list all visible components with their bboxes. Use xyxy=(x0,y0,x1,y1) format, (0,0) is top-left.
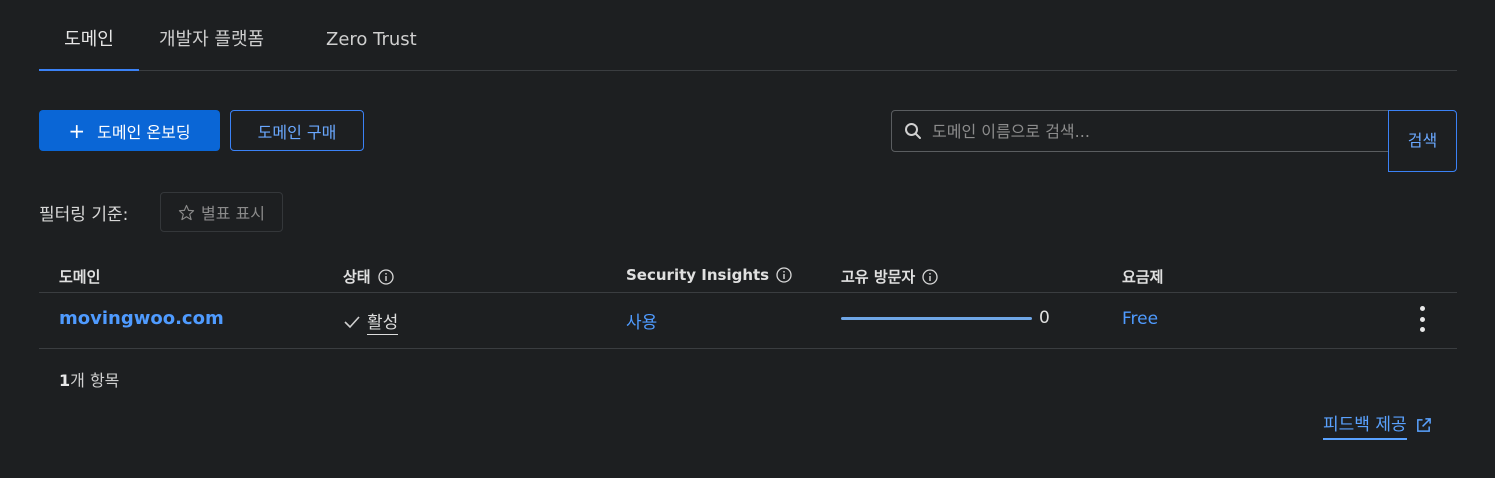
star-icon xyxy=(178,204,195,221)
more-options-icon[interactable] xyxy=(1412,306,1432,332)
search-input[interactable] xyxy=(930,120,1374,142)
item-count: 1개 항목 xyxy=(59,371,120,390)
security-insights-link[interactable]: 사용 xyxy=(626,308,657,333)
info-icon[interactable] xyxy=(776,267,792,283)
external-link-icon xyxy=(1415,417,1432,434)
info-icon[interactable] xyxy=(377,268,394,285)
tab-domains[interactable]: 도메인 xyxy=(39,0,139,71)
buy-domain-button[interactable]: 도메인 구매 xyxy=(230,110,364,151)
unique-visitors-value: 0 xyxy=(1039,308,1050,328)
starred-filter-button[interactable]: 별표 표시 xyxy=(160,192,283,232)
plus-icon: + xyxy=(68,118,86,143)
info-icon[interactable] xyxy=(922,268,938,285)
column-header-status: 상태 xyxy=(343,266,394,287)
column-header-domain[interactable]: 도메인 xyxy=(59,266,100,287)
tab-bar: 도메인 개발자 플랫폼 Zero Trust xyxy=(39,0,1457,71)
status-cell[interactable]: 활성 xyxy=(343,308,399,335)
column-header-plan: 요금제 xyxy=(1122,268,1164,286)
table-divider xyxy=(39,348,1457,349)
plan-link[interactable]: Free xyxy=(1122,309,1158,329)
search-field xyxy=(891,110,1389,152)
table-divider xyxy=(39,292,1457,293)
column-header-security-insights: Security Insights xyxy=(626,266,792,284)
feedback-link[interactable]: 피드백 제공 xyxy=(1323,410,1432,440)
visitors-sparkline xyxy=(841,317,1032,320)
search-icon xyxy=(904,122,922,140)
onboard-domain-button[interactable]: + 도메인 온보딩 xyxy=(39,110,220,151)
domain-link[interactable]: movingwoo.com xyxy=(59,308,224,329)
status-label: 활성 xyxy=(367,308,399,335)
tab-developer-platform[interactable]: 개발자 플랫폼 xyxy=(159,0,264,70)
checkmark-icon xyxy=(343,315,361,329)
filter-label: 필터링 기준: xyxy=(39,205,129,225)
search-button[interactable]: 검색 xyxy=(1388,110,1457,172)
column-header-unique-visitors: 고유 방문자 xyxy=(841,266,938,287)
tab-zero-trust[interactable]: Zero Trust xyxy=(326,0,417,70)
